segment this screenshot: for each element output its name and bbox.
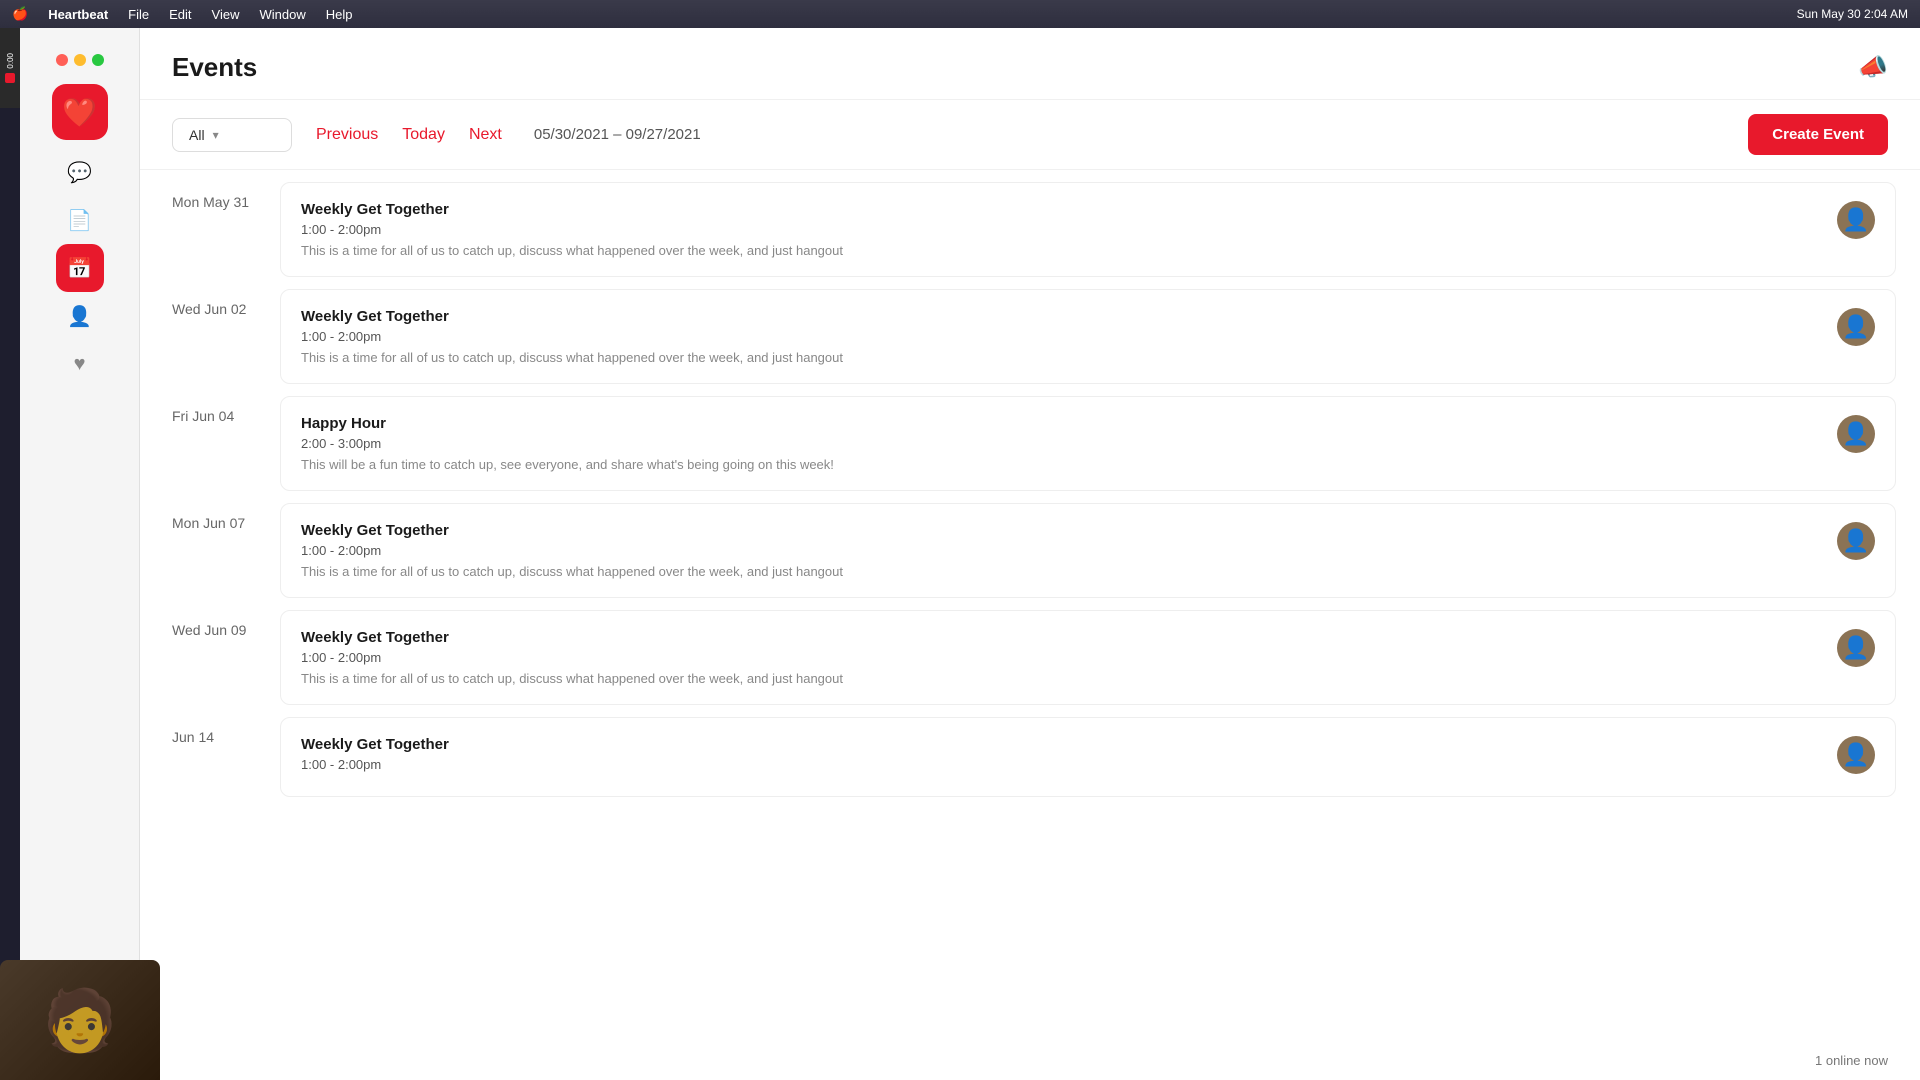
online-status: 1 online now (1815, 1053, 1888, 1068)
event-card[interactable]: Weekly Get Together 1:00 - 2:00pm This is … (280, 503, 1896, 598)
help-menu-item[interactable]: Help (326, 7, 353, 22)
event-day-group: Wed Jun 09 Weekly Get Together 1:00 - 2:00… (140, 598, 1920, 705)
event-description: This is a time for all of us to catch up… (301, 671, 1821, 686)
event-day-label: Fri Jun 04 (140, 384, 280, 424)
edit-menu-item[interactable]: Edit (169, 7, 191, 22)
date-range-display: 05/30/2021 – 09/27/2021 (534, 126, 701, 143)
event-info: Happy Hour 2:00 - 3:00pm This will be a fu… (301, 415, 1821, 472)
event-day-label: Jun 14 (140, 705, 280, 745)
event-description: This will be a fun time to catch up, see… (301, 457, 1821, 472)
today-button[interactable]: Today (402, 126, 445, 144)
event-day-label: Mon May 31 (140, 170, 280, 210)
header-right: 📣 (1858, 53, 1888, 82)
window-menu-item[interactable]: Window (259, 7, 305, 22)
event-day-group: Mon Jun 07 Weekly Get Together 1:00 - 2:00… (140, 491, 1920, 598)
next-button[interactable]: Next (461, 122, 510, 148)
video-thumbnail: 🧑 (0, 960, 160, 1080)
event-title: Weekly Get Together (301, 201, 1821, 218)
previous-button[interactable]: Previous (308, 122, 386, 148)
event-day-group: Mon May 31 Weekly Get Together 1:00 - 2:00… (140, 170, 1920, 277)
app-window: 0:00 ❤️ 💬 📄 📅 👤 ♥ (0, 28, 1920, 1080)
event-description: This is a time for all of us to catch up… (301, 350, 1821, 365)
app-menu-item[interactable]: Heartbeat (48, 7, 108, 22)
event-card[interactable]: Weekly Get Together 1:00 - 2:00pm 👤 (280, 717, 1896, 797)
filter-dropdown[interactable]: All ▾ (172, 118, 292, 152)
main-content: Events 📣 All ▾ Previous Today Next 05/30… (140, 28, 1920, 1080)
menubar-right: Sun May 30 2:04 AM (1797, 7, 1908, 21)
video-preview: 🧑 (0, 960, 160, 1080)
sidebar-item-notes[interactable]: 📄 (56, 196, 104, 244)
event-card[interactable]: Weekly Get Together 1:00 - 2:00pm This is … (280, 182, 1896, 277)
event-time: 1:00 - 2:00pm (301, 329, 1821, 344)
event-day-label: Wed Jun 02 (140, 277, 280, 317)
event-info: Weekly Get Together 1:00 - 2:00pm This is … (301, 308, 1821, 365)
close-button[interactable] (56, 54, 68, 66)
sidebar: ❤️ 💬 📄 📅 👤 ♥ (20, 28, 140, 1080)
event-day-group: Fri Jun 04 Happy Hour 2:00 - 3:00pm This wi… (140, 384, 1920, 491)
traffic-lights (44, 44, 116, 76)
contacts-icon: 👤 (67, 304, 92, 329)
event-card[interactable]: Weekly Get Together 1:00 - 2:00pm This is … (280, 289, 1896, 384)
timer-dot (5, 73, 15, 83)
event-title: Weekly Get Together (301, 522, 1821, 539)
sidebar-item-favorites[interactable]: ♥ (56, 340, 104, 388)
messages-icon: 💬 (67, 160, 92, 185)
event-avatar: 👤 (1837, 736, 1875, 774)
sidebar-top: ❤️ 💬 📄 📅 👤 ♥ (20, 84, 139, 388)
logo-heart-icon: ❤️ (62, 96, 97, 129)
event-info: Weekly Get Together 1:00 - 2:00pm (301, 736, 1821, 778)
events-toolbar: All ▾ Previous Today Next 05/30/2021 – 0… (140, 100, 1920, 170)
filter-label: All (189, 127, 205, 143)
create-event-button[interactable]: Create Event (1748, 114, 1888, 155)
events-icon: 📅 (67, 256, 92, 281)
event-avatar: 👤 (1837, 201, 1875, 239)
timer-text: 0:00 (6, 53, 15, 69)
view-menu-item[interactable]: View (212, 7, 240, 22)
clock-display: Sun May 30 2:04 AM (1797, 7, 1908, 21)
event-description: This is a time for all of us to catch up… (301, 243, 1821, 258)
menubar: 🍎 Heartbeat File Edit View Window Help S… (0, 0, 1920, 28)
notifications-icon[interactable]: 📣 (1858, 53, 1888, 82)
event-time: 1:00 - 2:00pm (301, 757, 1821, 772)
event-title: Weekly Get Together (301, 736, 1821, 753)
sidebar-item-events[interactable]: 📅 (56, 244, 104, 292)
person-icon: 🧑 (43, 985, 118, 1056)
sidebar-item-contacts[interactable]: 👤 (56, 292, 104, 340)
event-time: 1:00 - 2:00pm (301, 222, 1821, 237)
event-info: Weekly Get Together 1:00 - 2:00pm This is … (301, 629, 1821, 686)
events-list: Mon May 31 Weekly Get Together 1:00 - 2:00… (140, 170, 1920, 1080)
page-header: Events 📣 (140, 28, 1920, 100)
favorites-icon: ♥ (74, 353, 86, 376)
event-title: Happy Hour (301, 415, 1821, 432)
event-description: This is a time for all of us to catch up… (301, 564, 1821, 579)
app-logo: ❤️ (52, 84, 108, 140)
event-avatar: 👤 (1837, 415, 1875, 453)
event-time: 1:00 - 2:00pm (301, 543, 1821, 558)
event-time: 2:00 - 3:00pm (301, 436, 1821, 451)
event-title: Weekly Get Together (301, 629, 1821, 646)
event-avatar: 👤 (1837, 629, 1875, 667)
event-title: Weekly Get Together (301, 308, 1821, 325)
event-day-group: Jun 14 Weekly Get Together 1:00 - 2:00pm 👤 (140, 705, 1920, 797)
event-time: 1:00 - 2:00pm (301, 650, 1821, 665)
event-avatar: 👤 (1837, 308, 1875, 346)
event-day-label: Wed Jun 09 (140, 598, 280, 638)
event-card[interactable]: Happy Hour 2:00 - 3:00pm This will be a fu… (280, 396, 1896, 491)
apple-menu-icon[interactable]: 🍎 (12, 6, 28, 22)
event-info: Weekly Get Together 1:00 - 2:00pm This is … (301, 522, 1821, 579)
maximize-button[interactable] (92, 54, 104, 66)
page-title: Events (172, 52, 257, 83)
event-card[interactable]: Weekly Get Together 1:00 - 2:00pm This is … (280, 610, 1896, 705)
file-menu-item[interactable]: File (128, 7, 149, 22)
notes-icon: 📄 (67, 208, 92, 233)
event-day-group: Wed Jun 02 Weekly Get Together 1:00 - 2:00… (140, 277, 1920, 384)
event-avatar: 👤 (1837, 522, 1875, 560)
timer-bar: 0:00 (0, 28, 20, 108)
sidebar-item-messages[interactable]: 💬 (56, 148, 104, 196)
event-day-label: Mon Jun 07 (140, 491, 280, 531)
minimize-button[interactable] (74, 54, 86, 66)
event-info: Weekly Get Together 1:00 - 2:00pm This is … (301, 201, 1821, 258)
dropdown-arrow-icon: ▾ (213, 128, 219, 142)
